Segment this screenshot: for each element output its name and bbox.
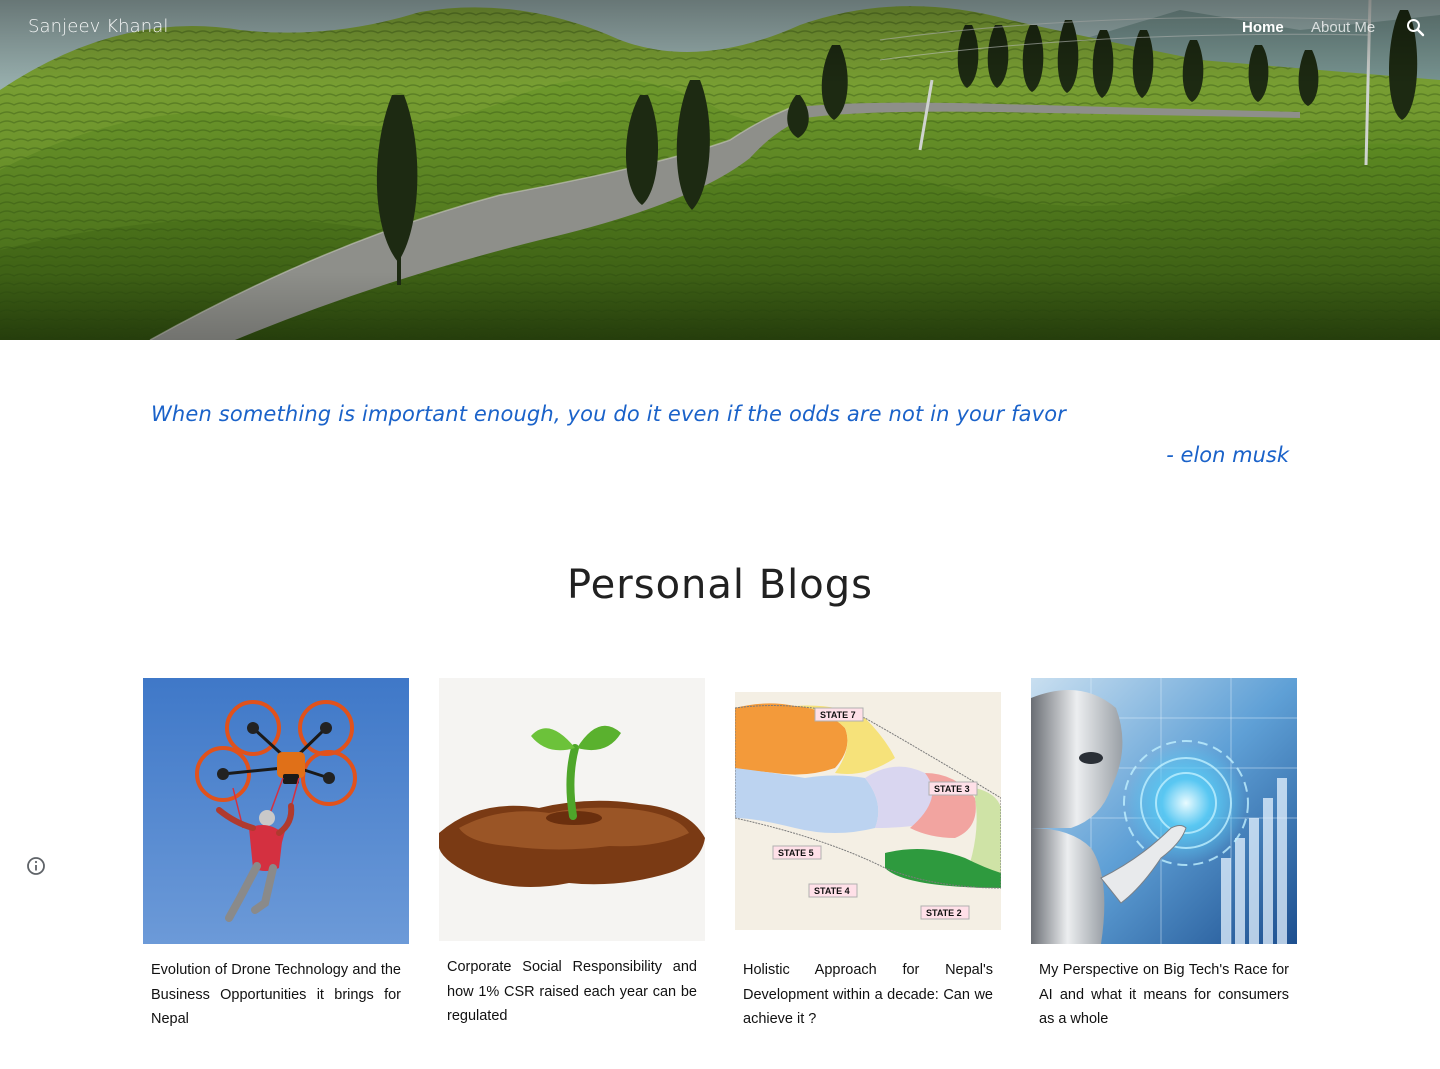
nav-link-home[interactable]: Home xyxy=(1242,19,1284,36)
blog-thumbnail-nepal-map[interactable]: STATE 7 STATE 3 STATE 5 STATE 4 STATE 2 xyxy=(735,678,1001,944)
nav-link-about-me[interactable]: About Me xyxy=(1311,19,1375,36)
blog-thumbnail-drone[interactable] xyxy=(143,678,409,944)
search-icon[interactable] xyxy=(1404,16,1428,40)
blog-card-title[interactable]: Corporate Social Responsibility and how … xyxy=(439,955,705,1029)
blog-thumbnail-sprout[interactable] xyxy=(439,678,705,941)
quote-text: When something is important enough, you … xyxy=(151,402,1067,426)
map-label-state4: STATE 4 xyxy=(814,886,850,896)
map-label-state5: STATE 5 xyxy=(778,848,814,858)
section-heading: Personal Blogs xyxy=(566,562,873,608)
blog-card-title[interactable]: My Perspective on Big Tech's Race for AI… xyxy=(1031,958,1297,1032)
hero-banner: Sanjeev Khanal Home About Me xyxy=(0,0,1440,340)
blog-card-drone[interactable]: Evolution of Drone Technology and the Bu… xyxy=(143,678,409,1032)
map-label-state3: STATE 3 xyxy=(934,784,970,794)
blog-card-csr[interactable]: Corporate Social Responsibility and how … xyxy=(439,678,705,1029)
blog-card-title[interactable]: Holistic Approach for Nepal's Developmen… xyxy=(735,958,1001,1032)
quote-author: - elon musk xyxy=(1166,443,1289,467)
map-label-state2: STATE 2 xyxy=(926,908,962,918)
map-label-state7: STATE 7 xyxy=(820,710,856,720)
blog-card-nepal-development[interactable]: STATE 7 STATE 3 STATE 5 STATE 4 STATE 2 … xyxy=(735,678,1001,1032)
info-icon[interactable] xyxy=(26,856,46,876)
blog-thumbnail-ai-robot[interactable] xyxy=(1031,678,1297,944)
blog-card-ai[interactable]: My Perspective on Big Tech's Race for AI… xyxy=(1031,678,1297,1032)
blog-card-title[interactable]: Evolution of Drone Technology and the Bu… xyxy=(143,958,409,1032)
site-title[interactable]: Sanjeev Khanal xyxy=(28,16,168,37)
top-navigation-bar: Sanjeev Khanal Home About Me xyxy=(0,0,1440,56)
